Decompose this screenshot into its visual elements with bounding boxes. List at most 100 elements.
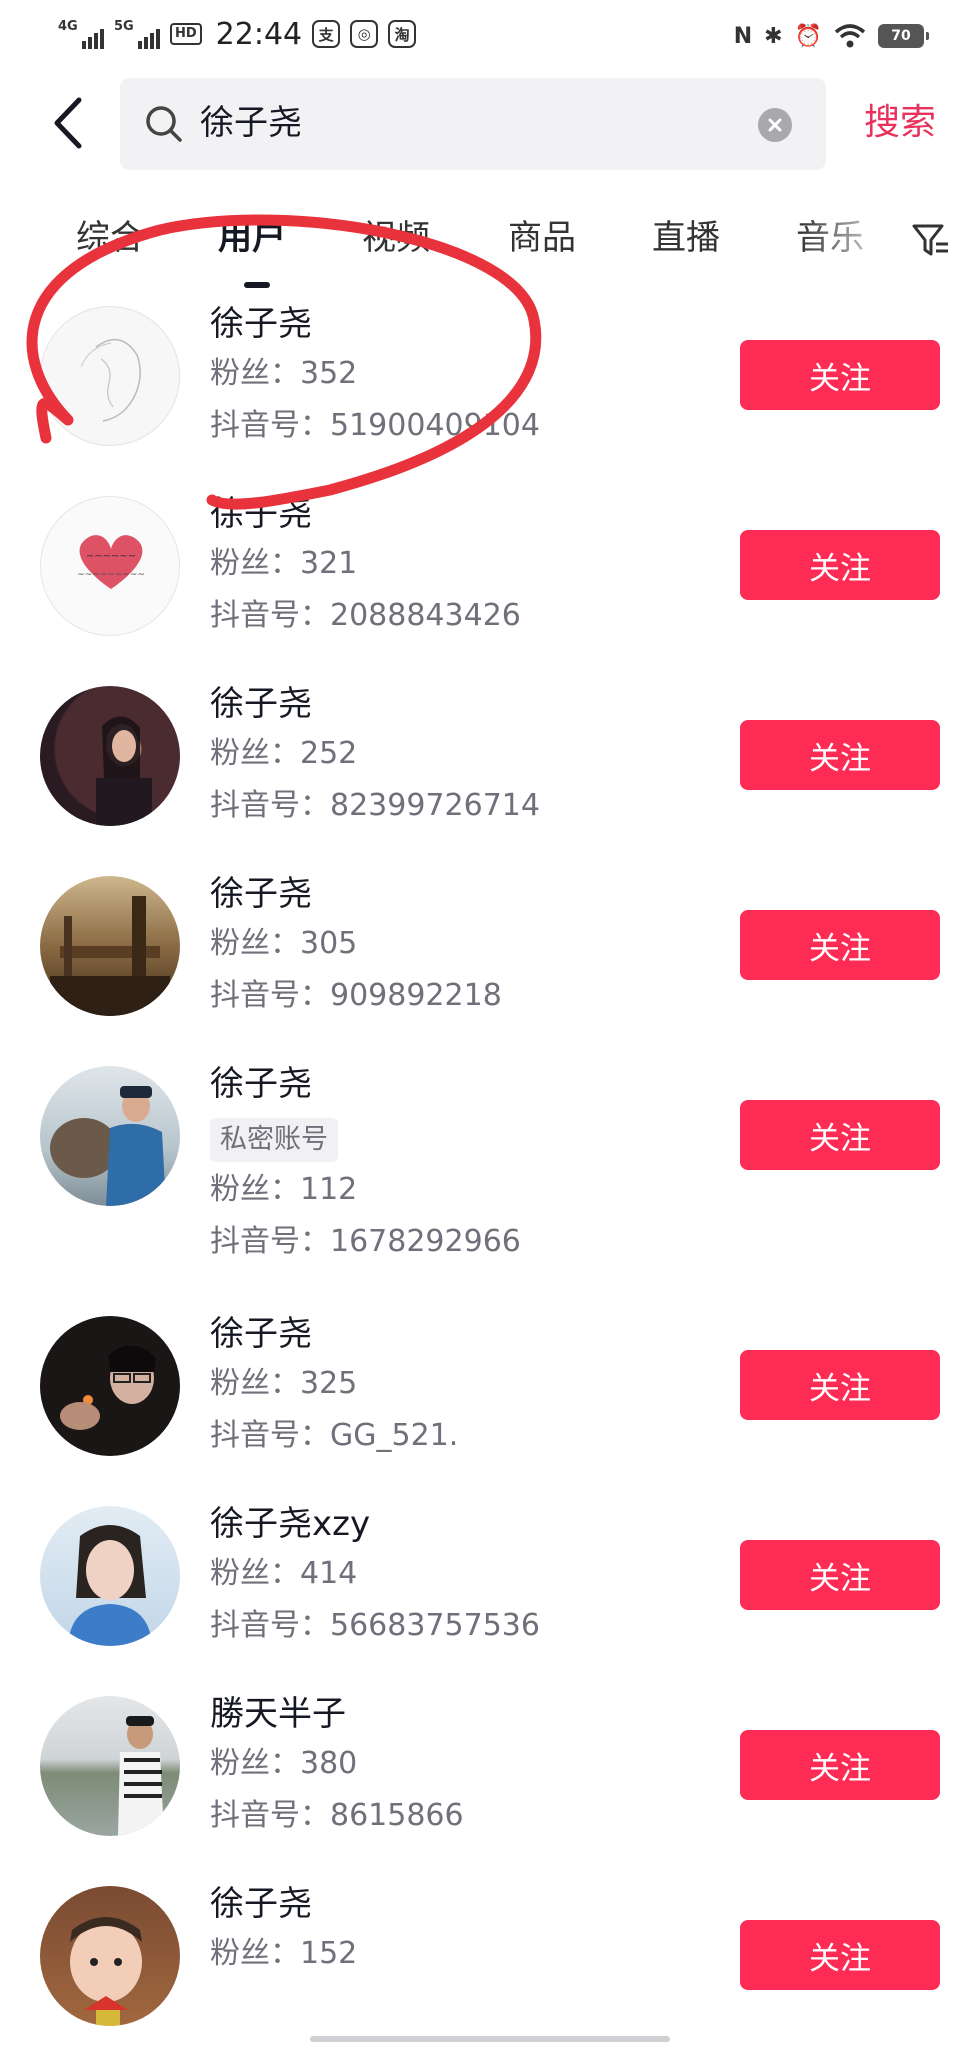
fan-count: 粉丝：414 — [210, 1556, 358, 1591]
avatar[interactable] — [40, 306, 180, 446]
follow-button[interactable]: 关注 — [740, 530, 940, 600]
user-info: 徐子尧 粉丝：321 抖音号：2088843426 — [210, 492, 521, 636]
alarm-icon: ⏰ — [794, 23, 822, 49]
user-info: 徐子尧 粉丝：305 抖音号：909892218 — [210, 872, 502, 1016]
back-button[interactable] — [38, 88, 98, 158]
search-tabs: 综合 用户 视频 商品 直播 音乐 — [0, 210, 980, 290]
user-name: 徐子尧 — [210, 1884, 312, 1924]
follow-button[interactable]: 关注 — [740, 1540, 940, 1610]
user-info: 徐子尧 粉丝：325 抖音号：GG_521. — [210, 1312, 458, 1456]
douyin-id: 抖音号：8615866 — [210, 1798, 464, 1833]
user-result-row[interactable]: 徐子尧 私密账号 粉丝：112 抖音号：1678292966 关注 — [0, 1050, 980, 1300]
douyin-id: 抖音号：GG_521. — [210, 1418, 459, 1453]
fan-count: 粉丝：321 — [210, 546, 358, 581]
user-result-row[interactable]: 勝天半子 粉丝：380 抖音号：8615866 关注 — [0, 1680, 980, 1870]
avatar[interactable] — [40, 1066, 180, 1206]
avatar[interactable] — [40, 1506, 180, 1646]
svg-text:~~~~~~~~~: ~~~~~~~~~ — [77, 570, 145, 580]
wifi-icon — [834, 24, 866, 48]
status-bar: 4G 5G HD 22:44 支 ◎ 淘 N ✱ ⏰ 70 — [0, 0, 980, 72]
user-info: 徐子尧 粉丝：152 — [210, 1882, 357, 1986]
battery-icon: 70 — [878, 24, 929, 48]
search-query: 徐子尧 — [200, 103, 302, 143]
follow-button[interactable]: 关注 — [740, 1350, 940, 1420]
douyin-id: 抖音号：56683757536 — [210, 1608, 540, 1643]
avatar[interactable] — [40, 876, 180, 1016]
status-time: 22:44 — [215, 16, 303, 52]
fan-count: 粉丝：152 — [210, 1936, 358, 1971]
search-input[interactable]: 徐子尧 — [120, 78, 826, 170]
user-name: 勝天半子 — [210, 1694, 346, 1734]
user-info: 徐子尧 私密账号 粉丝：112 抖音号：1678292966 — [210, 1062, 521, 1262]
avatar[interactable] — [40, 686, 180, 826]
network-type-label: 4G — [58, 19, 78, 34]
user-results-list: 徐子尧 粉丝：352 抖音号：51900409104 关注 ~~~~~~ ~~~… — [0, 290, 980, 2060]
douyin-id: 抖音号：51900409104 — [210, 408, 540, 443]
avatar[interactable]: ~~~~~~ ~~~~~~~~~ — [40, 496, 180, 636]
user-info: 徐子尧 粉丝：252 抖音号：82399726714 — [210, 682, 540, 826]
nfc-icon: N — [733, 23, 753, 49]
alipay-icon: 支 — [312, 20, 341, 48]
active-tab-indicator — [244, 282, 270, 288]
douyin-id: 抖音号：82399726714 — [210, 788, 540, 823]
user-info: 徐子尧xzy 粉丝：414 抖音号：56683757536 — [210, 1502, 540, 1646]
user-name: 徐子尧 — [210, 494, 312, 534]
taobao-icon: 淘 — [388, 20, 417, 48]
douyin-id: 抖音号：909892218 — [210, 978, 502, 1013]
bluetooth-icon: ✱ — [764, 23, 783, 49]
user-info: 徐子尧 粉丝：352 抖音号：51900409104 — [210, 302, 540, 446]
follow-button[interactable]: 关注 — [740, 910, 940, 980]
tab-comprehensive[interactable]: 综合 — [76, 210, 144, 266]
camera-app-icon: ◎ — [350, 20, 379, 48]
user-name: 徐子尧 — [210, 304, 312, 344]
svg-text:~~~~~~: ~~~~~~ — [86, 551, 136, 562]
user-result-row[interactable]: 徐子尧 粉丝：352 抖音号：51900409104 关注 — [0, 290, 980, 480]
search-button[interactable]: 搜索 — [864, 98, 936, 148]
tab-videos[interactable]: 视频 — [362, 210, 430, 266]
fan-count: 粉丝：325 — [210, 1366, 358, 1401]
douyin-id: 抖音号：2088843426 — [210, 598, 521, 633]
user-result-row[interactable]: ~~~~~~ ~~~~~~~~~ 徐子尧 粉丝：321 抖音号：20888434… — [0, 480, 980, 670]
follow-button[interactable]: 关注 — [740, 1730, 940, 1800]
avatar[interactable] — [40, 1316, 180, 1456]
cell-signal-1-icon: 4G — [58, 19, 104, 49]
avatar[interactable] — [40, 1886, 180, 2026]
follow-button[interactable]: 关注 — [740, 720, 940, 790]
tab-live[interactable]: 直播 — [652, 210, 720, 266]
status-bar-left: 4G 5G HD 22:44 支 ◎ 淘 — [58, 14, 417, 54]
douyin-id: 抖音号：1678292966 — [210, 1224, 521, 1259]
user-result-row[interactable]: 徐子尧 粉丝：305 抖音号：909892218 关注 — [0, 860, 980, 1050]
user-result-row[interactable]: 徐子尧 粉丝：252 抖音号：82399726714 关注 — [0, 670, 980, 860]
status-bar-right: N ✱ ⏰ 70 — [733, 18, 929, 54]
fan-count: 粉丝：112 — [210, 1172, 358, 1207]
tab-products[interactable]: 商品 — [508, 210, 576, 266]
filter-icon[interactable] — [910, 220, 950, 260]
user-name: 徐子尧 — [210, 1314, 312, 1354]
fan-count: 粉丝：352 — [210, 356, 358, 391]
private-account-badge: 私密账号 — [210, 1118, 338, 1162]
network-type-label: 5G — [114, 19, 134, 34]
fan-count: 粉丝：380 — [210, 1746, 358, 1781]
chevron-left-icon — [54, 97, 82, 149]
user-name: 徐子尧 — [210, 1064, 312, 1104]
search-icon — [146, 106, 182, 142]
user-info: 勝天半子 粉丝：380 抖音号：8615866 — [210, 1692, 464, 1836]
user-result-row[interactable]: 徐子尧xzy 粉丝：414 抖音号：56683757536 关注 — [0, 1490, 980, 1680]
user-result-row[interactable]: 徐子尧 粉丝：325 抖音号：GG_521. 关注 — [0, 1300, 980, 1490]
tab-users[interactable]: 用户 — [218, 210, 286, 266]
user-name: 徐子尧xzy — [210, 1504, 371, 1544]
user-name: 徐子尧 — [210, 874, 312, 914]
search-header: 徐子尧 搜索 — [0, 78, 980, 172]
cell-signal-2-icon: 5G — [114, 19, 160, 49]
fan-count: 粉丝：252 — [210, 736, 358, 771]
user-name: 徐子尧 — [210, 684, 312, 724]
follow-button[interactable]: 关注 — [740, 1100, 940, 1170]
fan-count: 粉丝：305 — [210, 926, 358, 961]
home-indicator — [310, 2036, 670, 2042]
user-result-row[interactable]: 徐子尧 粉丝：152 关注 — [0, 1870, 980, 2060]
clear-search-icon[interactable] — [758, 108, 792, 142]
avatar[interactable] — [40, 1696, 180, 1836]
follow-button[interactable]: 关注 — [740, 1920, 940, 1990]
hd-voice-icon: HD — [170, 23, 202, 45]
follow-button[interactable]: 关注 — [740, 340, 940, 410]
